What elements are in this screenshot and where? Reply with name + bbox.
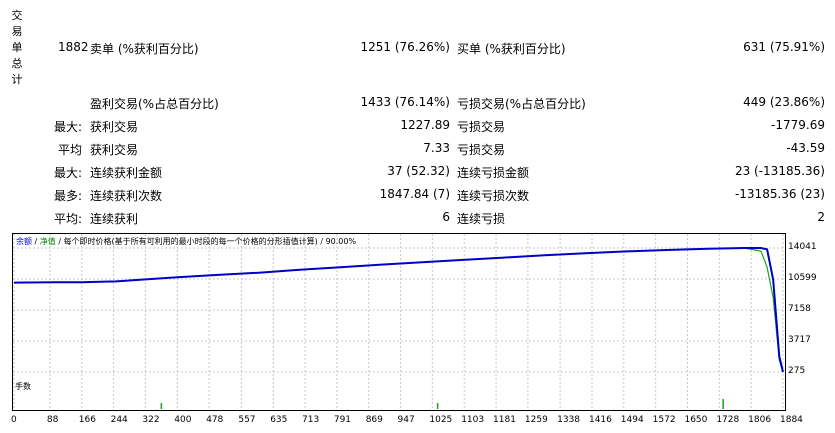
lots-label: 手数: [15, 382, 31, 391]
x-tick-label: 1806: [748, 415, 772, 425]
x-tick-label: 713: [302, 415, 320, 425]
x-tick-label: 869: [365, 415, 383, 425]
x-tick-label: 244: [110, 415, 128, 425]
x-tick-label: 1728: [716, 415, 740, 425]
x-tick-label: 1338: [557, 415, 581, 425]
x-tick-label: 1494: [620, 415, 644, 425]
balance-equity-plot: [13, 234, 784, 409]
x-tick-label: 0: [11, 415, 17, 425]
x-tick-label: 1572: [652, 415, 676, 425]
legend-equity: 净值: [39, 237, 56, 246]
legend-balance: 余额: [16, 237, 32, 246]
x-tick-label: 1650: [684, 415, 708, 425]
legend-description: / 每个即时价格(基于所有可利用的最小时段的每一个价格的分形插值计算) / 90…: [55, 237, 357, 246]
x-tick-label: 1181: [493, 415, 516, 425]
x-tick-label: 1259: [524, 415, 548, 425]
x-tick-label: 88: [46, 415, 59, 425]
x-tick-label: 1884: [780, 415, 803, 425]
chart-legend: 余额 / 净值 / 每个即时价格(基于所有可利用的最小时段的每一个价格的分形插值…: [16, 236, 356, 247]
y-tick-label: 10599: [788, 273, 817, 283]
x-tick-label: 400: [174, 415, 192, 425]
x-tick-label: 791: [333, 415, 352, 425]
x-tick-label: 166: [78, 415, 96, 425]
x-tick-label: 1416: [588, 415, 612, 425]
x-tick-label: 557: [238, 415, 256, 425]
y-tick-label: 14041: [788, 242, 817, 252]
x-tick-label: 478: [206, 415, 224, 425]
y-tick-label: 7158: [788, 304, 811, 314]
x-tick-label: 635: [270, 415, 288, 425]
y-tick-label: 3717: [788, 334, 811, 345]
x-tick-label: 1103: [461, 415, 485, 425]
legend-separator: /: [32, 237, 40, 246]
x-tick-label: 1025: [429, 415, 453, 425]
x-tick-label: 947: [397, 415, 415, 425]
x-tick-label: 322: [142, 415, 160, 425]
y-tick-label: 275: [788, 366, 806, 376]
